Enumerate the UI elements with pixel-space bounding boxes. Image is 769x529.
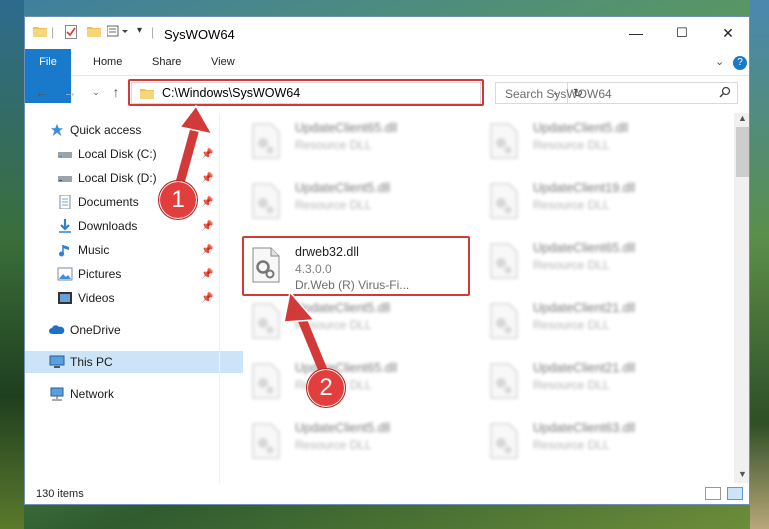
address-highlight-box <box>128 79 484 106</box>
computer-icon <box>49 355 65 368</box>
scroll-up-icon[interactable]: ▲ <box>738 113 747 123</box>
dll-file-icon <box>252 363 280 399</box>
status-bar: 130 items <box>25 483 749 504</box>
network-icon <box>50 387 64 401</box>
pin-icon[interactable]: 📌 <box>201 149 213 160</box>
list-item[interactable]: UpdateClient5.dll Resource DLL <box>245 295 465 349</box>
list-item[interactable]: UpdateClient63.dll Resource DLL <box>483 415 703 469</box>
star-icon <box>50 123 64 137</box>
search-placeholder: Search SysWOW64 <box>505 87 612 101</box>
cloud-icon <box>49 325 65 334</box>
help-icon[interactable]: ? <box>733 49 747 75</box>
sidebar-item-onedrive[interactable]: OneDrive <box>25 319 243 341</box>
desktop-wallpaper-right <box>750 0 769 529</box>
pictures-icon <box>57 267 73 281</box>
search-input[interactable]: Search SysWOW64 <box>495 82 738 104</box>
list-item[interactable]: UpdateClient65.dll Resource DLL <box>245 355 465 409</box>
dll-file-icon <box>490 363 518 399</box>
list-item[interactable]: UpdateClient5.dll Resource DLL <box>245 175 465 229</box>
callout-badge-two: 2 <box>306 368 346 408</box>
ribbon-tabs: File Home Share View ⌄ ? <box>25 49 749 103</box>
sidebar-item-local-disk-d[interactable]: Local Disk (D:) 📌 <box>25 167 251 189</box>
dll-file-icon <box>252 183 280 219</box>
list-item[interactable]: UpdateClient5.dll Resource DLL <box>245 415 465 469</box>
dll-file-icon <box>252 423 280 459</box>
list-item[interactable]: UpdateClient21.dll Resource DLL <box>483 355 703 409</box>
desktop-wallpaper-left <box>0 0 24 529</box>
dll-file-icon <box>490 183 518 219</box>
vertical-scrollbar[interactable]: ▲ ▼ <box>734 113 749 483</box>
sidebar-item-videos[interactable]: Videos 📌 <box>25 287 251 309</box>
large-icons-view-icon[interactable] <box>727 487 743 500</box>
sidebar-item-downloads[interactable]: Downloads 📌 <box>25 215 251 237</box>
document-icon <box>59 195 71 209</box>
dll-file-icon <box>490 243 518 279</box>
up-arrow-icon[interactable]: ↑ <box>107 83 125 101</box>
sidebar-item-local-disk-c[interactable]: Local Disk (C:) 📌 <box>25 143 251 165</box>
pin-icon[interactable]: 📌 <box>201 221 213 232</box>
scrollbar-thumb[interactable] <box>736 127 749 177</box>
search-icon <box>719 86 731 101</box>
quick-access-dropdown-icon[interactable]: ▾ <box>137 25 142 36</box>
pin-icon[interactable]: 📌 <box>201 269 213 280</box>
forward-arrow-icon[interactable]: → <box>61 83 79 101</box>
list-item[interactable]: UpdateClient65.dll Resource DLL <box>483 235 703 289</box>
file-highlight-box <box>242 236 470 296</box>
window-title: SysWOW64 <box>164 27 235 42</box>
title-bar: | ▾ | SysWOW64 — ☐ ✕ <box>25 17 749 49</box>
dll-file-icon <box>490 303 518 339</box>
chevron-down-icon[interactable]: ⌄ <box>715 49 724 75</box>
sidebar-item-pictures[interactable]: Pictures 📌 <box>25 263 251 285</box>
video-icon <box>58 292 72 304</box>
drive-icon <box>58 176 72 182</box>
sidebar-item-network[interactable]: Network <box>25 383 243 405</box>
back-arrow-icon[interactable]: ← <box>33 83 51 101</box>
dll-file-icon <box>252 123 280 159</box>
dll-file-icon <box>490 123 518 159</box>
tab-view[interactable]: View <box>211 49 235 75</box>
close-button[interactable]: ✕ <box>705 17 749 49</box>
maximize-button[interactable]: ☐ <box>659 17 705 49</box>
item-count: 130 items <box>36 488 84 500</box>
folder-icon[interactable] <box>33 25 47 37</box>
pin-icon[interactable]: 📌 <box>201 245 213 256</box>
drive-icon <box>58 152 72 158</box>
list-item[interactable]: UpdateClient5.dll Resource DLL <box>483 115 703 169</box>
toolbar-separator: | <box>51 25 55 39</box>
navigation-pane: Quick access Local Disk (C:) 📌 Local Dis… <box>25 113 243 483</box>
properties-icon[interactable] <box>65 25 77 39</box>
pin-icon[interactable]: 📌 <box>201 173 213 184</box>
music-icon <box>59 245 69 257</box>
callout-badge-one: 1 <box>158 180 198 220</box>
customize-toolbar-icon[interactable] <box>107 25 129 37</box>
tab-share[interactable]: Share <box>152 49 181 75</box>
pin-icon[interactable]: 📌 <box>201 197 213 208</box>
list-item[interactable]: UpdateClient19.dll Resource DLL <box>483 175 703 229</box>
navigation-bar: ← → ⌄ ↑ C:\Windows\SysWOW64 ⌄ ↻ Search S… <box>25 75 749 111</box>
sidebar-item-music[interactable]: Music 📌 <box>25 239 251 261</box>
new-folder-icon[interactable] <box>87 25 101 37</box>
file-list: UpdateClient65.dll Resource DLL UpdateCl… <box>220 113 736 483</box>
title-separator: | <box>151 25 155 39</box>
scroll-down-icon[interactable]: ▼ <box>738 469 747 479</box>
details-view-icon[interactable] <box>705 487 721 500</box>
file-explorer-window: | ▾ | SysWOW64 — ☐ ✕ File Home Share Vie… <box>24 16 750 505</box>
dll-file-icon <box>490 423 518 459</box>
sidebar-item-this-pc[interactable]: This PC <box>25 351 243 373</box>
list-item[interactable]: UpdateClient21.dll Resource DLL <box>483 295 703 349</box>
pin-icon[interactable]: 📌 <box>201 293 213 304</box>
sidebar-item-documents[interactable]: Documents 📌 <box>25 191 251 213</box>
dll-file-icon <box>252 303 280 339</box>
recent-locations-icon[interactable]: ⌄ <box>87 83 105 101</box>
minimize-button[interactable]: — <box>613 17 659 49</box>
sidebar-item-quick-access[interactable]: Quick access <box>25 119 243 141</box>
download-icon <box>59 219 71 233</box>
list-item[interactable]: UpdateClient65.dll Resource DLL <box>245 115 465 169</box>
tab-home[interactable]: Home <box>93 49 122 75</box>
